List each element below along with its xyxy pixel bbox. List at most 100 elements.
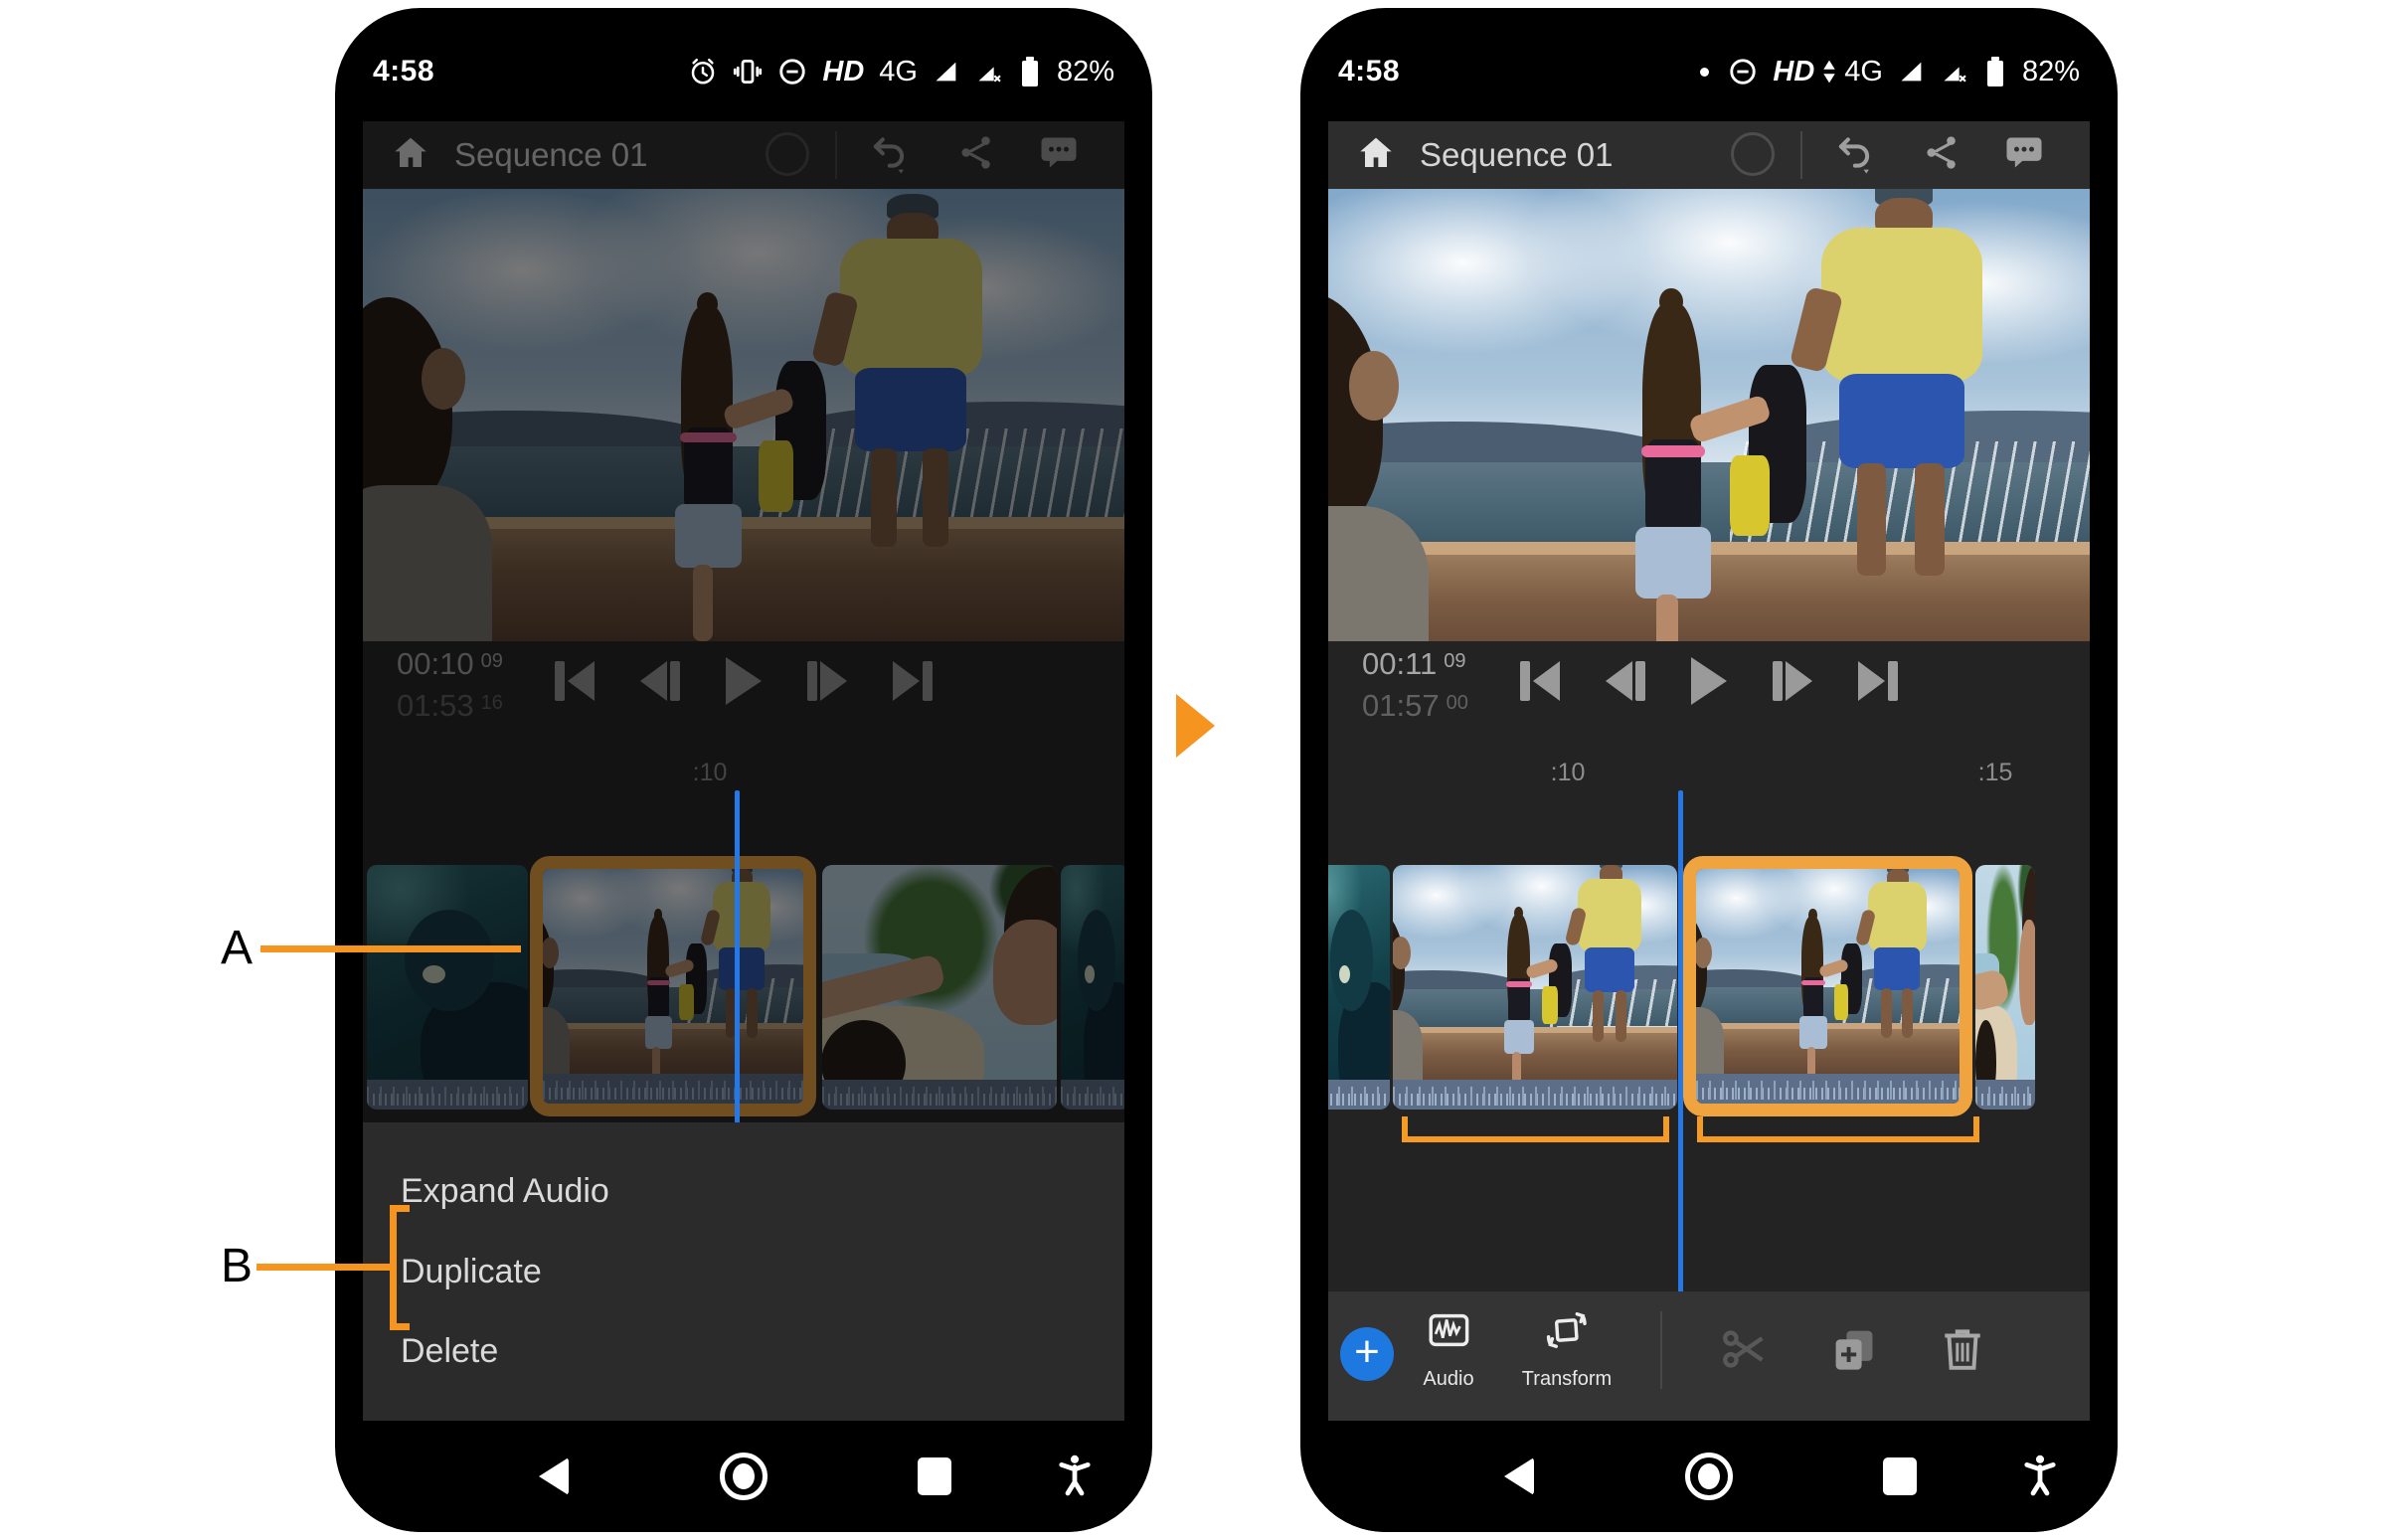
- battery-percent: 82%: [2022, 56, 2080, 88]
- do-not-disturb-icon: [1728, 57, 1758, 86]
- header-divider: [1800, 131, 1802, 179]
- video-preview: [363, 189, 1124, 641]
- duplicate-icon[interactable]: [1828, 1323, 1880, 1380]
- ruler-label: :15: [1978, 759, 2013, 787]
- app-header: Sequence 01: [1328, 121, 2090, 189]
- hd-indicator: HD: [1773, 56, 1814, 88]
- recents-icon[interactable]: [918, 1457, 951, 1495]
- playhead[interactable]: [735, 790, 740, 1148]
- audio-waveform: [1696, 1074, 1960, 1104]
- app-area: Sequence 01 00:1009: [363, 121, 1124, 1421]
- timeline-clip-selected[interactable]: [530, 856, 816, 1116]
- accessibility-icon[interactable]: [2018, 1453, 2062, 1501]
- menu-item-expand-audio[interactable]: Expand Audio: [363, 1172, 1124, 1211]
- status-time: 4:58: [1338, 55, 1400, 88]
- audio-icon: [1426, 1307, 1471, 1358]
- timeline: :10 :15: [1328, 733, 2090, 1421]
- step-forward-icon[interactable]: [807, 657, 847, 705]
- transform-label: Transform: [1522, 1368, 1612, 1391]
- play-icon[interactable]: [726, 657, 762, 705]
- step-back-icon[interactable]: [1606, 657, 1645, 705]
- step-back-icon[interactable]: [640, 657, 680, 705]
- back-icon[interactable]: [1504, 1457, 1534, 1495]
- audio-waveform: [1975, 1080, 2035, 1110]
- app-header: Sequence 01: [363, 121, 1124, 189]
- header-divider: [835, 131, 837, 179]
- orange-right-arrow-icon: [1176, 694, 1215, 758]
- video-preview: [1328, 189, 2090, 641]
- play-icon[interactable]: [1691, 657, 1727, 705]
- phone-after: 4:58 HD 4G 82% Sequence 01: [1300, 8, 2118, 1532]
- signal-x-icon: [1941, 58, 1968, 86]
- annotation-label-b: B: [221, 1243, 253, 1290]
- audio-waveform: [1393, 1080, 1677, 1110]
- timeline-clip[interactable]: [1061, 865, 1124, 1110]
- recents-icon[interactable]: [1883, 1457, 1917, 1495]
- timeline: :10: [363, 733, 1124, 1421]
- callout-bracket-duplicated-clip: [1697, 1116, 1979, 1142]
- menu-item-delete[interactable]: Delete: [363, 1332, 1124, 1371]
- feedback-icon[interactable]: [2004, 133, 2044, 178]
- ruler-label: :10: [693, 759, 728, 787]
- audio-waveform: [1061, 1080, 1124, 1110]
- timeline-clip[interactable]: [822, 865, 1057, 1110]
- undo-icon[interactable]: [868, 132, 910, 179]
- hd-indicator: HD: [822, 56, 864, 88]
- share-icon[interactable]: [1923, 134, 1961, 177]
- video-frame-beach: [363, 189, 1124, 641]
- vibrate-icon: [733, 57, 763, 86]
- status-bar: 4:58 HD 4G 82%: [1328, 8, 2090, 121]
- transport-controls: [363, 657, 1124, 705]
- network-type: 4G: [879, 56, 918, 88]
- audio-waveform: [822, 1080, 1057, 1110]
- timeline-clip-original[interactable]: [1393, 865, 1677, 1110]
- skip-start-icon[interactable]: [1520, 657, 1560, 705]
- back-icon[interactable]: [539, 1457, 569, 1495]
- video-frame-beach: [1328, 189, 2090, 641]
- undo-icon[interactable]: [1833, 132, 1875, 179]
- sequence-title: Sequence 01: [1420, 136, 1614, 174]
- audio-label: Audio: [1423, 1368, 1473, 1391]
- timeline-clip[interactable]: [1975, 865, 2035, 1110]
- skip-end-icon[interactable]: [893, 657, 933, 705]
- skip-start-icon[interactable]: [555, 657, 595, 705]
- accessibility-icon[interactable]: [1053, 1453, 1097, 1501]
- edit-toolbar: + Audio Transform: [1328, 1291, 2090, 1421]
- timeline-clip[interactable]: [367, 865, 528, 1110]
- phone-screen: 4:58 HD 4G 82% Sequence 01: [1328, 8, 2090, 1532]
- phone-screen: 4:58 HD 4G 82% Sequence 01: [363, 8, 1124, 1532]
- delete-icon[interactable]: [1938, 1323, 1987, 1378]
- home-circle-icon[interactable]: [720, 1453, 767, 1500]
- timeline-clip-duplicated[interactable]: [1683, 856, 1972, 1116]
- step-forward-icon[interactable]: [1773, 657, 1812, 705]
- transform-tool-button[interactable]: Transform: [1522, 1307, 1612, 1391]
- sync-circle-icon[interactable]: [1731, 132, 1775, 176]
- home-icon[interactable]: [1356, 133, 1396, 178]
- timeline-clip[interactable]: [1328, 865, 1390, 1110]
- phone-before: 4:58 HD 4G 82% Sequence 01: [335, 8, 1152, 1532]
- home-circle-icon[interactable]: [1685, 1453, 1733, 1500]
- battery-percent: 82%: [1057, 56, 1114, 88]
- alarm-icon: [688, 57, 718, 86]
- audio-waveform: [367, 1080, 528, 1110]
- transport-controls: [1328, 657, 2090, 705]
- share-icon[interactable]: [957, 134, 995, 177]
- menu-item-duplicate[interactable]: Duplicate: [363, 1253, 1124, 1291]
- playback-controls: 00:1109 01:5700: [1328, 641, 2090, 733]
- battery-icon: [1983, 55, 2007, 88]
- sync-circle-icon[interactable]: [766, 132, 809, 176]
- feedback-icon[interactable]: [1039, 133, 1079, 178]
- audio-waveform: [543, 1074, 803, 1104]
- add-media-button[interactable]: +: [1340, 1327, 1394, 1381]
- android-nav-bar: [363, 1421, 1124, 1532]
- split-icon[interactable]: [1719, 1323, 1771, 1380]
- annotation-line-b: [256, 1264, 390, 1271]
- signal-icon: [933, 58, 960, 86]
- skip-end-icon[interactable]: [1858, 657, 1898, 705]
- signal-x-icon: [975, 58, 1003, 86]
- updown-arrows-icon: [1821, 57, 1837, 86]
- audio-tool-button[interactable]: Audio: [1423, 1307, 1473, 1391]
- tutorial-canvas: 4:58 HD 4G 82% Sequence 01: [0, 0, 2387, 1540]
- annotation-line-a: [260, 945, 521, 952]
- home-icon[interactable]: [391, 133, 430, 178]
